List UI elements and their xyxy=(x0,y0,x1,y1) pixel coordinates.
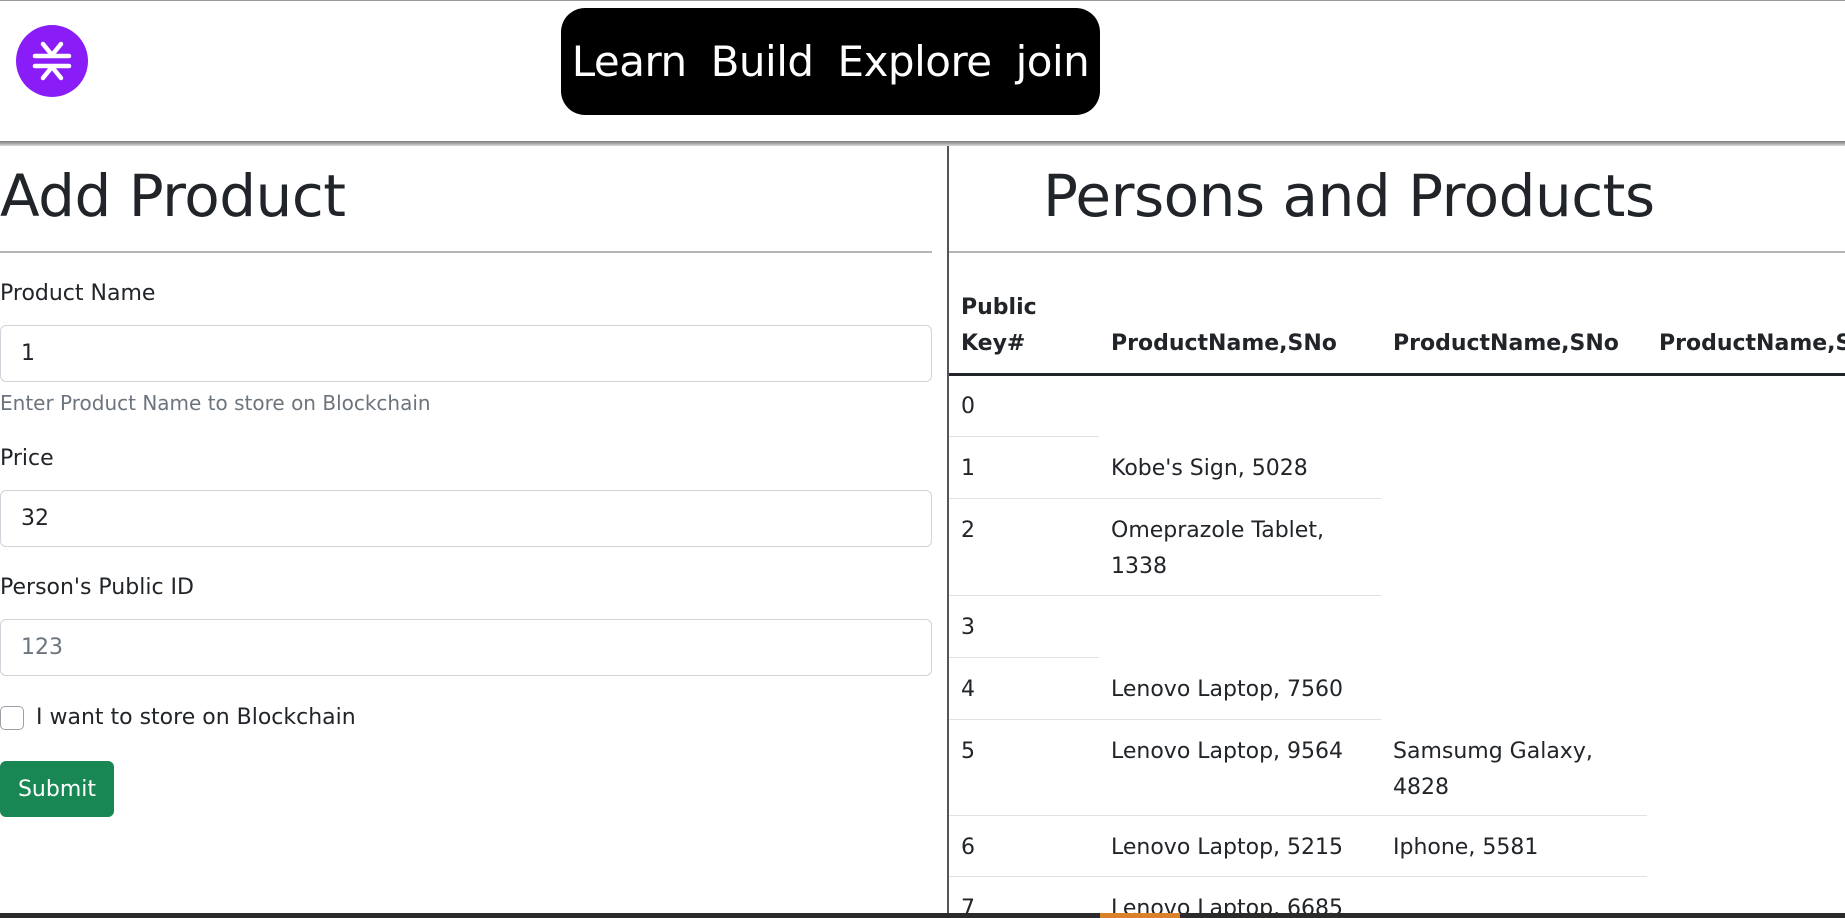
nav-explore[interactable]: Explore xyxy=(826,37,1004,86)
product-name-help: Enter Product Name to store on Blockchai… xyxy=(0,391,431,415)
store-blockchain-check: I want to store on Blockchain xyxy=(0,705,356,730)
price-label: Price xyxy=(0,446,54,471)
taskbar-accent xyxy=(1100,913,1180,918)
top-header: Learn Build Explore join xyxy=(0,1,1845,141)
row-line xyxy=(949,876,1647,877)
row-1-key: 1 xyxy=(961,456,975,481)
row-4-product-1: Lenovo Laptop, 7560 xyxy=(1111,677,1344,702)
persons-products-title: Persons and Products xyxy=(1043,162,1655,230)
row-5-product-2: Samsumg Galaxy, 4828 xyxy=(1393,734,1593,806)
taskbar-edge xyxy=(0,913,1845,918)
product-name-input[interactable] xyxy=(0,325,932,382)
store-blockchain-label: I want to store on Blockchain xyxy=(36,705,356,730)
persons-products-panel: Persons and Products Public Key# Product… xyxy=(949,146,1845,918)
public-id-label: Person's Public ID xyxy=(0,575,194,600)
table-header-line xyxy=(949,373,1845,376)
stacks-logo-glyph xyxy=(32,41,72,81)
row-6-product-2: Iphone, 5581 xyxy=(1393,835,1539,860)
header-product-3: ProductName,SN xyxy=(1659,331,1845,356)
price-input[interactable] xyxy=(0,490,932,547)
header-public-key: Public Key# xyxy=(961,290,1037,362)
header-public-key-line2: Key# xyxy=(961,331,1026,356)
row-2-key: 2 xyxy=(961,518,975,543)
public-id-input[interactable] xyxy=(0,619,932,676)
nav-build[interactable]: Build xyxy=(699,37,826,86)
stacks-logo-icon[interactable] xyxy=(16,25,88,97)
row-6-product-1: Lenovo Laptop, 5215 xyxy=(1111,835,1344,860)
row-2-product-1-line1: Omeprazole Tablet, xyxy=(1111,518,1324,543)
row-line xyxy=(949,595,1381,596)
row-5-product-2-line1: Samsumg Galaxy, xyxy=(1393,739,1593,764)
persons-products-divider xyxy=(949,251,1845,253)
row-5-product-2-line2: 4828 xyxy=(1393,775,1449,800)
row-3-key: 3 xyxy=(961,615,975,640)
row-4-key: 4 xyxy=(961,677,975,702)
row-line xyxy=(1099,498,1381,499)
product-name-label: Product Name xyxy=(0,281,156,306)
row-6-key: 6 xyxy=(961,835,975,860)
main-nav: Learn Build Explore join xyxy=(561,8,1100,115)
row-2-product-1-line2: 1338 xyxy=(1111,554,1167,579)
row-0-key: 0 xyxy=(961,394,975,419)
add-product-title: Add Product xyxy=(0,162,346,230)
add-product-divider xyxy=(0,251,932,253)
row-1-product-1: Kobe's Sign, 5028 xyxy=(1111,456,1308,481)
header-product-2: ProductName,SNo xyxy=(1393,331,1619,356)
row-line xyxy=(949,815,1647,816)
header-product-1: ProductName,SNo xyxy=(1111,331,1337,356)
row-line xyxy=(949,657,1099,658)
store-blockchain-checkbox[interactable] xyxy=(0,705,24,730)
row-5-product-1: Lenovo Laptop, 9564 xyxy=(1111,739,1344,764)
row-5-key: 5 xyxy=(961,739,975,764)
row-line xyxy=(949,498,1099,499)
row-line xyxy=(949,719,1381,720)
row-2-product-1: Omeprazole Tablet, 1338 xyxy=(1111,513,1324,585)
submit-button[interactable]: Submit xyxy=(0,761,114,817)
header-public-key-line1: Public xyxy=(961,295,1037,320)
nav-learn[interactable]: Learn xyxy=(560,37,699,86)
nav-join[interactable]: join xyxy=(1004,37,1102,86)
row-line xyxy=(949,436,1099,437)
